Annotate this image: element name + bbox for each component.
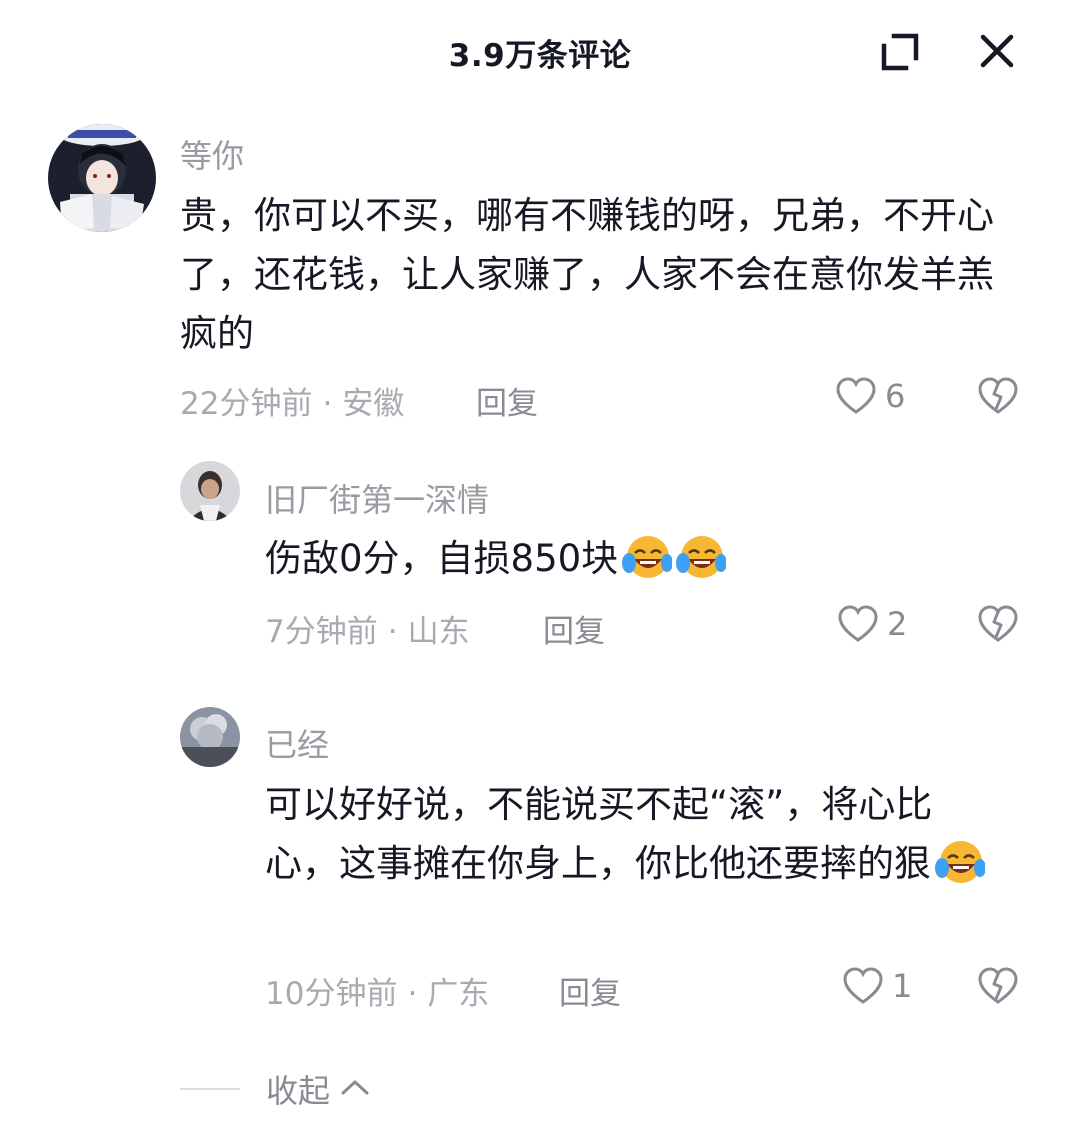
comment-text-container: 伤敌0分，自损850块 (265, 529, 1025, 598)
comment-meta: 10分钟前 · 广东 (265, 968, 489, 1013)
comment-username[interactable]: 已经 (265, 720, 329, 766)
heart-outline-icon (843, 967, 883, 1004)
comment-text-container: 可以好好说，不能说买不起“滚”，将心比心，这事摊在你身上，你比他还要摔的狠 (265, 775, 986, 903)
comment-username[interactable]: 旧厂街第一深情 (265, 475, 489, 521)
collapse-replies[interactable]: 收起 (180, 1066, 370, 1112)
comment-meta: 22分钟前 · 安徽 (180, 378, 404, 423)
meta-separator: · (387, 614, 398, 650)
laughing-crying-emoji (674, 533, 728, 598)
laughing-crying-emoji (933, 838, 986, 903)
reply-button[interactable]: 回复 (559, 968, 621, 1013)
comment-username[interactable]: 等你 (180, 131, 244, 177)
comment-time: 10分钟前 (265, 976, 398, 1012)
avatar[interactable] (180, 707, 240, 767)
comment-time: 22分钟前 (180, 386, 313, 422)
like-button[interactable]: 1 (842, 966, 912, 1006)
comments-header: 3.9万条评论 (0, 0, 1080, 104)
reply-button[interactable]: 回复 (543, 606, 605, 651)
like-button[interactable]: 6 (835, 376, 905, 416)
comment-location: 广东 (427, 976, 490, 1012)
avatar[interactable] (180, 461, 240, 521)
comment-text: 伤敌0分，自损850块 (265, 537, 619, 580)
broken-heart-icon (978, 967, 1018, 1004)
like-count: 1 (892, 967, 913, 1005)
avatar[interactable] (48, 124, 156, 232)
broken-heart-icon (978, 377, 1018, 414)
comment-meta: 7分钟前 · 山东 (265, 606, 470, 651)
like-count: 2 (887, 605, 908, 643)
collapse-label[interactable]: 收起 (266, 1066, 330, 1112)
comment-text: 贵，你可以不买，哪有不赚钱的呀，兄弟，不开心了，还花钱，让人家赚了，人家不会在意… (180, 194, 994, 355)
laughing-crying-emoji (620, 533, 674, 598)
heart-outline-icon (838, 605, 878, 642)
collapse-divider (180, 1088, 240, 1090)
heart-outline-icon (836, 377, 876, 414)
dislike-button[interactable] (977, 376, 1019, 420)
reply-button[interactable]: 回复 (476, 378, 538, 423)
dislike-button[interactable] (977, 966, 1019, 1010)
comment-text: 可以好好说，不能说买不起“滚”，将心比心，这事摊在你身上，你比他还要摔的狠 (265, 783, 933, 885)
chevron-up-icon[interactable] (340, 1077, 370, 1101)
broken-heart-icon (978, 605, 1018, 642)
comment-location: 山东 (407, 614, 470, 650)
comment-time: 7分钟前 (265, 614, 378, 650)
expand-icon[interactable] (878, 30, 922, 78)
dislike-button[interactable] (977, 604, 1019, 648)
like-button[interactable]: 2 (837, 604, 907, 644)
comment-location: 安徽 (342, 386, 405, 422)
meta-separator: · (407, 976, 418, 1012)
meta-separator: · (322, 386, 333, 422)
like-count: 6 (885, 377, 906, 415)
close-icon[interactable] (976, 30, 1018, 76)
